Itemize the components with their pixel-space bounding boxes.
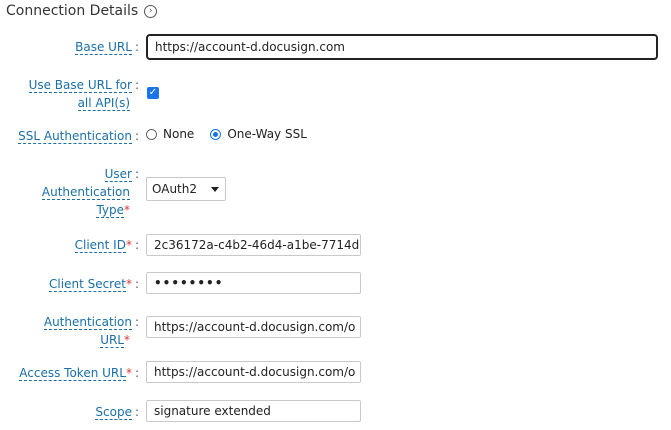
auth-type-label: User: Authentication Type* [41,167,139,218]
auth-type-value: OAuth2 [152,182,197,196]
use-base-url-label: Use Base URL for: all API(s) [28,78,139,111]
checkmark-icon: ✓ [148,87,158,98]
access-token-url-input[interactable]: https://account-d.docusign.com/o [146,361,361,383]
section-title: Connection Details [6,3,139,19]
use-base-url-checkbox[interactable]: ✓ [147,87,159,99]
ssl-option-none-label: None [163,127,195,141]
ssl-auth-radio-group: None One-Way SSL [146,127,323,141]
chevron-down-icon [211,186,219,192]
chevron-right-circle-icon[interactable]: › [144,4,158,18]
auth-type-select[interactable]: OAuth2 [146,177,226,201]
client-secret-label: Client Secret*: [49,277,139,292]
radio-none[interactable] [146,128,157,140]
ssl-option-one-way-label: One-Way SSL [227,127,307,141]
base-url-label: Base URL: [75,40,139,55]
ssl-option-one-way[interactable]: One-Way SSL [210,127,307,141]
access-token-url-label: Access Token URL*: [19,366,139,381]
scope-input[interactable]: signature extended [146,400,361,422]
client-id-label: Client ID*: [74,238,139,253]
scope-label: Scope: [95,405,139,420]
client-id-input[interactable]: 2c36172a-c4b2-46d4-a1be-7714d [146,234,361,256]
radio-one-way-ssl[interactable] [210,128,222,140]
auth-url-input[interactable]: https://account-d.docusign.com/o [146,316,361,338]
connection-details-form: Connection Details › Base URL: https://a… [0,0,671,430]
ssl-option-none[interactable]: None [146,127,194,141]
client-secret-input[interactable]: •••••••• [146,272,361,294]
section-header[interactable]: Connection Details › [6,3,158,19]
base-url-input[interactable]: https://account-d.docusign.com [146,34,658,60]
auth-url-label: Authentication: URL* [43,315,139,348]
ssl-auth-label: SSL Authentication: [18,129,139,144]
